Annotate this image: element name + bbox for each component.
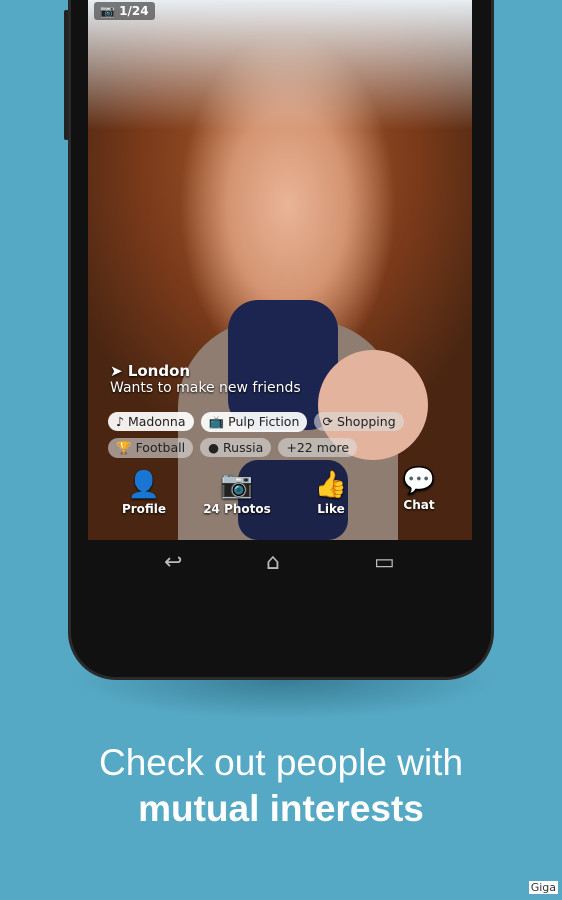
photo-counter: 📷 1/24 — [94, 2, 155, 20]
photos-button[interactable]: 📷 24 Photos — [192, 468, 282, 516]
camera-icon: 📷 — [220, 470, 254, 500]
chip-label: +22 more — [286, 440, 350, 455]
chip-more[interactable]: +22 more — [278, 438, 358, 457]
trophy-icon: 🏆 — [116, 440, 132, 455]
shopping-icon: ⟳ — [322, 414, 333, 429]
chip-label: Shopping — [336, 414, 396, 429]
status-text: Wants to make new friends — [110, 380, 301, 396]
tagline-line1: Check out people with — [98, 742, 464, 783]
like-button[interactable]: 👍 Like — [286, 468, 376, 516]
tv-icon: 📺 — [208, 414, 225, 429]
chip-label: Russia — [223, 440, 264, 455]
home-icon[interactable]: ⌂ — [266, 550, 280, 575]
recent-apps-icon[interactable]: ▭ — [374, 550, 395, 575]
music-note-icon: ♪ — [116, 414, 124, 429]
chip-label: Madonna — [127, 414, 186, 429]
thumbs-up-icon: 👍 — [314, 470, 348, 500]
location-arrow-icon: ➤ — [110, 362, 123, 380]
chip-label: Pulp Fiction — [228, 414, 300, 429]
profile-button[interactable]: 👤 Profile — [99, 468, 189, 516]
android-nav-bar: ↩ ⌂ ▭ — [88, 540, 472, 590]
interest-chips: ♪ Madonna 📺 Pulp Fiction ⟳ Shopping 🏆 Fo… — [108, 411, 428, 463]
chat-label: Chat — [403, 498, 435, 512]
profile-label: Profile — [121, 502, 167, 516]
chat-bubbles-icon: 💬 — [402, 466, 436, 496]
action-bar: 👤 Profile 📷 24 Photos 👍 Like 💬 Chat — [88, 466, 472, 530]
chip-russia[interactable]: ● Russia — [200, 438, 272, 457]
profile-photo-screen[interactable]: 📷 1/24 ➤ London Wants to make new friend… — [88, 0, 472, 540]
chip-label: Football — [135, 440, 186, 455]
city: London — [127, 362, 191, 380]
chip-football[interactable]: 🏆 Football — [108, 438, 194, 458]
photos-label: 24 Photos — [203, 502, 271, 516]
camera-icon: 📷 — [100, 4, 115, 18]
like-label: Like — [317, 502, 345, 516]
tagline: Check out people with mutual interests — [0, 742, 562, 830]
chat-button[interactable]: 💬 Chat — [374, 464, 464, 512]
person-icon: 👤 — [127, 470, 161, 500]
chip-pulp-fiction[interactable]: 📺 Pulp Fiction — [200, 412, 308, 432]
tagline-line2: mutual interests — [138, 788, 424, 829]
back-icon[interactable]: ↩ — [164, 550, 182, 575]
watermark: Giga — [528, 881, 558, 894]
globe-icon: ● — [208, 440, 220, 455]
chip-madonna[interactable]: ♪ Madonna — [108, 412, 194, 431]
photo-counter-text: 1/24 — [119, 4, 149, 18]
chip-shopping[interactable]: ⟳ Shopping — [314, 412, 404, 431]
profile-info: ➤ London Wants to make new friends — [110, 362, 301, 396]
